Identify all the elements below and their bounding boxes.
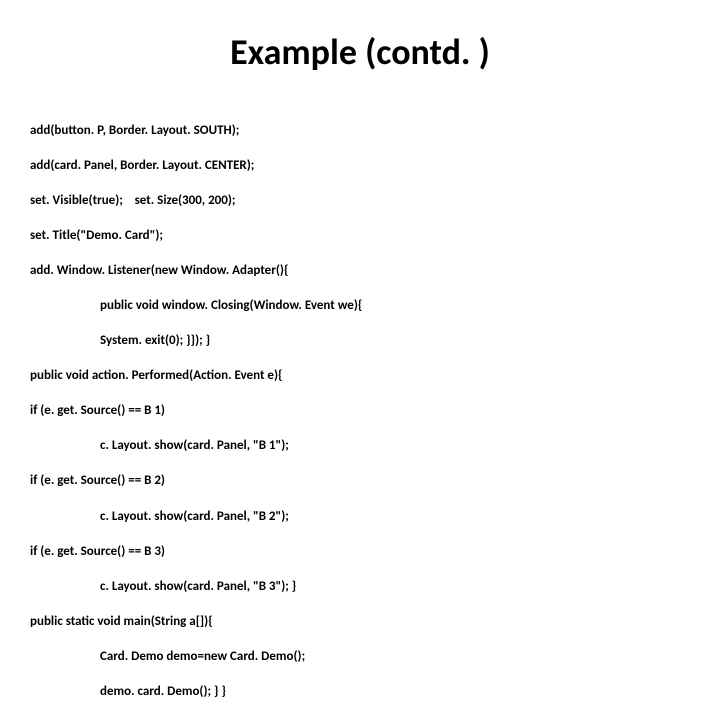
code-line: add. Window. Listener(new Window. Adapte… bbox=[30, 262, 690, 280]
code-line: if (e. get. Source() == B 3) bbox=[30, 543, 690, 561]
code-line: if (e. get. Source() == B 2) bbox=[30, 472, 690, 490]
code-line: public void action. Performed(Action. Ev… bbox=[30, 367, 690, 385]
code-line: Card. Demo demo=new Card. Demo(); bbox=[30, 648, 690, 666]
code-line: demo. card. Demo(); } } bbox=[30, 683, 690, 701]
code-line: set. Title("Demo. Card"); bbox=[30, 227, 690, 245]
code-line: if (e. get. Source() == B 1) bbox=[30, 402, 690, 420]
code-line: c. Layout. show(card. Panel, "B 1"); bbox=[30, 437, 690, 455]
slide-title: Example (contd. ) bbox=[30, 30, 690, 74]
code-line: System. exit(0); }}); } bbox=[30, 332, 690, 350]
code-line: c. Layout. show(card. Panel, "B 3"); } bbox=[30, 578, 690, 596]
code-line: add(button. P, Border. Layout. SOUTH); bbox=[30, 122, 690, 140]
code-line: c. Layout. show(card. Panel, "B 2"); bbox=[30, 508, 690, 526]
code-line: public void window. Closing(Window. Even… bbox=[30, 297, 690, 315]
code-line: set. Visible(true); set. Size(300, 200); bbox=[30, 192, 690, 210]
code-line: public static void main(String a[]){ bbox=[30, 613, 690, 631]
code-line: add(card. Panel, Border. Layout. CENTER)… bbox=[30, 157, 690, 175]
code-content: add(button. P, Border. Layout. SOUTH); a… bbox=[30, 104, 690, 718]
